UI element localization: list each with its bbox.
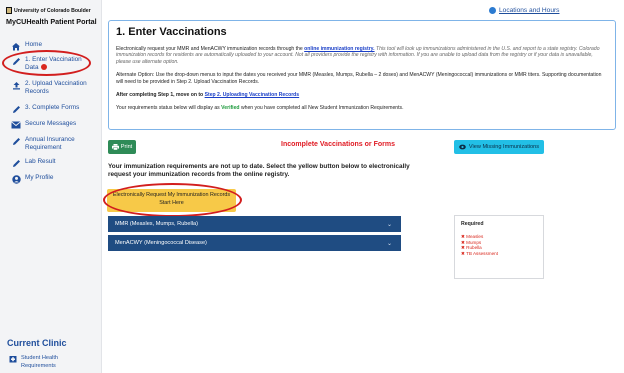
status-suffix: when you have completed all New Student … [239,105,404,112]
sidebar-item-annual-insurance-requirement[interactable]: Annual Insurance Requirement [10,136,95,152]
view-missing-label: View Missing Immunizations [468,144,540,150]
sidebar-item-label: Lab Result [25,158,56,165]
required-item-label: TB Assessment [466,250,498,256]
requirements-notice: Your immunization requirements are not u… [108,163,410,178]
current-clinic-heading: Current Clinic [7,338,67,348]
pencil-icon [10,104,22,114]
accordion-menacwy-label: MenACWY (Meningococcal Disease) [115,240,207,246]
verified-label: Verified [221,105,240,112]
request-button-line1: Electronically Request My Immunization R… [112,192,231,198]
required-title: Required [461,221,484,227]
home-icon [10,41,22,51]
pencil-icon [10,158,22,168]
incomplete-status: Incomplete Vaccinations or Forms [281,141,395,148]
required-item-label: Mumps [466,239,482,245]
clinic-icon [8,354,18,364]
upload-icon [10,80,22,90]
enter-vaccinations-panel: 1. Enter Vaccinations Electronically req… [108,20,616,130]
required-items-box: Required ✖ Measles ✖ Mumps ✖ Rubella ✖ T… [454,215,544,279]
x-mark-icon: ✖ [461,239,465,245]
status-explanation: Your requirements status below will disp… [116,105,608,111]
step-2-upload-link[interactable]: Step 2. Uploading Vaccination Records [205,92,300,98]
pencil-icon [10,136,22,146]
locations-and-hours-label: Locations and Hours [499,7,560,14]
portal-name: MyCUHealth Patient Portal [6,17,97,26]
request-immunization-records-button[interactable]: Electronically Request My Immunization R… [107,189,236,212]
required-item-label: Measles [466,234,484,239]
accordion-mmr[interactable]: MMR (Measles, Mumps, Rubella) ⌄ [108,216,401,232]
clinic-item-label: Student Health Requirements [21,355,59,369]
next-step-text: After completing Step 1, move on to Step… [116,92,608,98]
x-mark-icon: ✖ [461,250,465,256]
sidebar-item-label: Annual Insurance Requirement [25,136,75,151]
envelope-icon [10,120,22,130]
portal-logo[interactable]: University of Colorado Boulder MyCUHealt… [6,7,100,26]
x-mark-icon: ✖ [461,245,465,251]
next-step-prefix: After completing Step 1, move on to [116,92,205,99]
eye-icon [459,144,466,150]
alternate-option-text: Alternate Option: Use the drop-down menu… [116,72,602,85]
printer-icon [111,144,119,150]
sidebar-item-lab-result[interactable]: Lab Result [10,158,101,168]
sidebar-item-label: Secure Messages [25,120,77,127]
sidebar-item-label: My Profile [25,174,54,181]
clinic-item-student-health[interactable]: Student Health Requirements [8,354,71,370]
accordion-mmr-label: MMR (Measles, Mumps, Rubella) [115,221,198,227]
pencil-icon [10,56,22,66]
intro-text: Electronically request your MMR and MenA… [116,46,305,52]
chevron-down-icon: ⌄ [386,240,392,247]
sidebar-item-home[interactable]: Home [10,41,101,51]
status-prefix: Your requirements status below will disp… [116,105,222,112]
sidebar-item-secure-messages[interactable]: Secure Messages [10,120,101,130]
panel-intro: Electronically request your MMR and MenA… [116,46,608,65]
sidebar-item-my-profile[interactable]: My Profile [10,174,101,184]
page-title: 1. Enter Vaccinations [116,26,227,38]
university-name: University of Colorado Boulder [14,7,91,14]
required-item: ✖ TB Assessment [461,251,537,257]
accordion-menacwy[interactable]: MenACWY (Meningococcal Disease) ⌄ [108,235,401,251]
sidebar-item-label: 3. Complete Forms [25,104,80,111]
sidebar-item-enter-vaccination-data[interactable]: 1. Enter Vaccination Data [10,56,91,72]
print-button[interactable]: Print [108,140,136,154]
globe-icon [489,7,496,14]
locations-and-hours-link[interactable]: Locations and Hours [489,7,559,14]
sidebar-item-label: Home [25,41,43,48]
incomplete-dot-icon [41,64,48,71]
sidebar: University of Colorado Boulder MyCUHealt… [0,0,102,373]
required-item-label: Rubella [466,245,482,251]
sidebar-item-complete-forms[interactable]: 3. Complete Forms [10,104,101,114]
print-label: Print [120,144,133,150]
online-registry-link[interactable]: online immunization registry. [304,46,374,52]
request-button-line2: Start Here [159,199,184,206]
sidebar-item-label: 2. Upload Vaccination Records [25,80,87,95]
view-missing-immunizations-button[interactable]: View Missing Immunizations [454,140,544,154]
sidebar-item-label: 1. Enter Vaccination Data [25,56,82,71]
sidebar-item-upload-vaccination-records[interactable]: 2. Upload Vaccination Records [10,80,101,96]
x-mark-icon: ✖ [461,234,465,239]
cu-logo-icon [6,7,12,14]
chevron-down-icon: ⌄ [386,221,392,228]
user-icon [10,174,22,184]
